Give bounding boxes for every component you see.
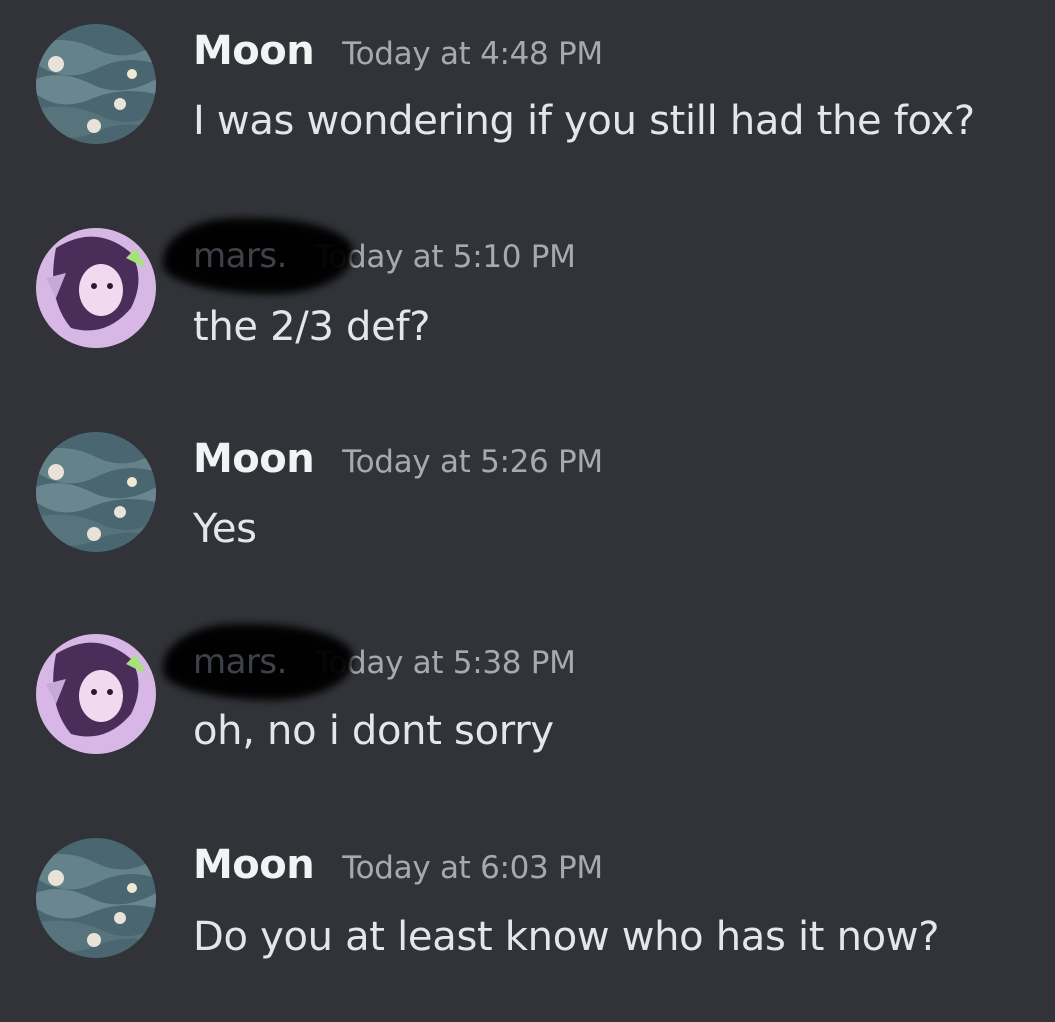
water-flowers-icon [36,24,156,144]
author-name[interactable]: Moon [193,28,315,74]
author-name[interactable]: mars. [163,218,353,294]
message-item: mars. Today at 5:10 PM the 2/3 def? [0,204,1055,408]
timestamp: Today at 4:48 PM [342,36,603,72]
message-header: Moon Today at 5:26 PM [193,436,603,486]
timestamp: Today at 5:38 PM [314,645,576,681]
avatar[interactable] [36,432,156,552]
timestamp: Today at 5:10 PM [314,239,576,275]
avatar[interactable] [36,228,156,348]
avatar[interactable] [36,838,156,958]
message-text: Yes [193,506,257,552]
author-name[interactable]: Moon [193,842,315,888]
message-text: oh, no i dont sorry [193,708,554,754]
message-header: Moon Today at 4:48 PM [193,28,603,78]
message-item: Moon Today at 5:26 PM Yes [0,408,1055,612]
message-text: the 2/3 def? [193,304,431,350]
message-text: Do you at least know who has it now? [193,914,940,960]
timestamp: Today at 6:03 PM [342,850,603,886]
timestamp: Today at 5:26 PM [342,444,603,480]
avatar[interactable] [36,24,156,144]
message-header: mars. Today at 5:38 PM [163,624,576,700]
message-header: Moon Today at 6:03 PM [193,842,603,892]
water-flowers-icon [36,432,156,552]
message-item: Moon Today at 4:48 PM I was wondering if… [0,0,1055,204]
avatar[interactable] [36,634,156,754]
author-name[interactable]: Moon [193,436,315,482]
water-flowers-icon [36,838,156,958]
message-item: mars. Today at 5:38 PM oh, no i dont sor… [0,612,1055,816]
message-text: I was wondering if you still had the fox… [193,98,975,144]
message-item: Moon Today at 6:03 PM Do you at least kn… [0,816,1055,1020]
anime-girl-icon [36,634,156,754]
author-name[interactable]: mars. [163,624,353,700]
anime-girl-icon [36,228,156,348]
message-header: mars. Today at 5:10 PM [163,218,576,294]
